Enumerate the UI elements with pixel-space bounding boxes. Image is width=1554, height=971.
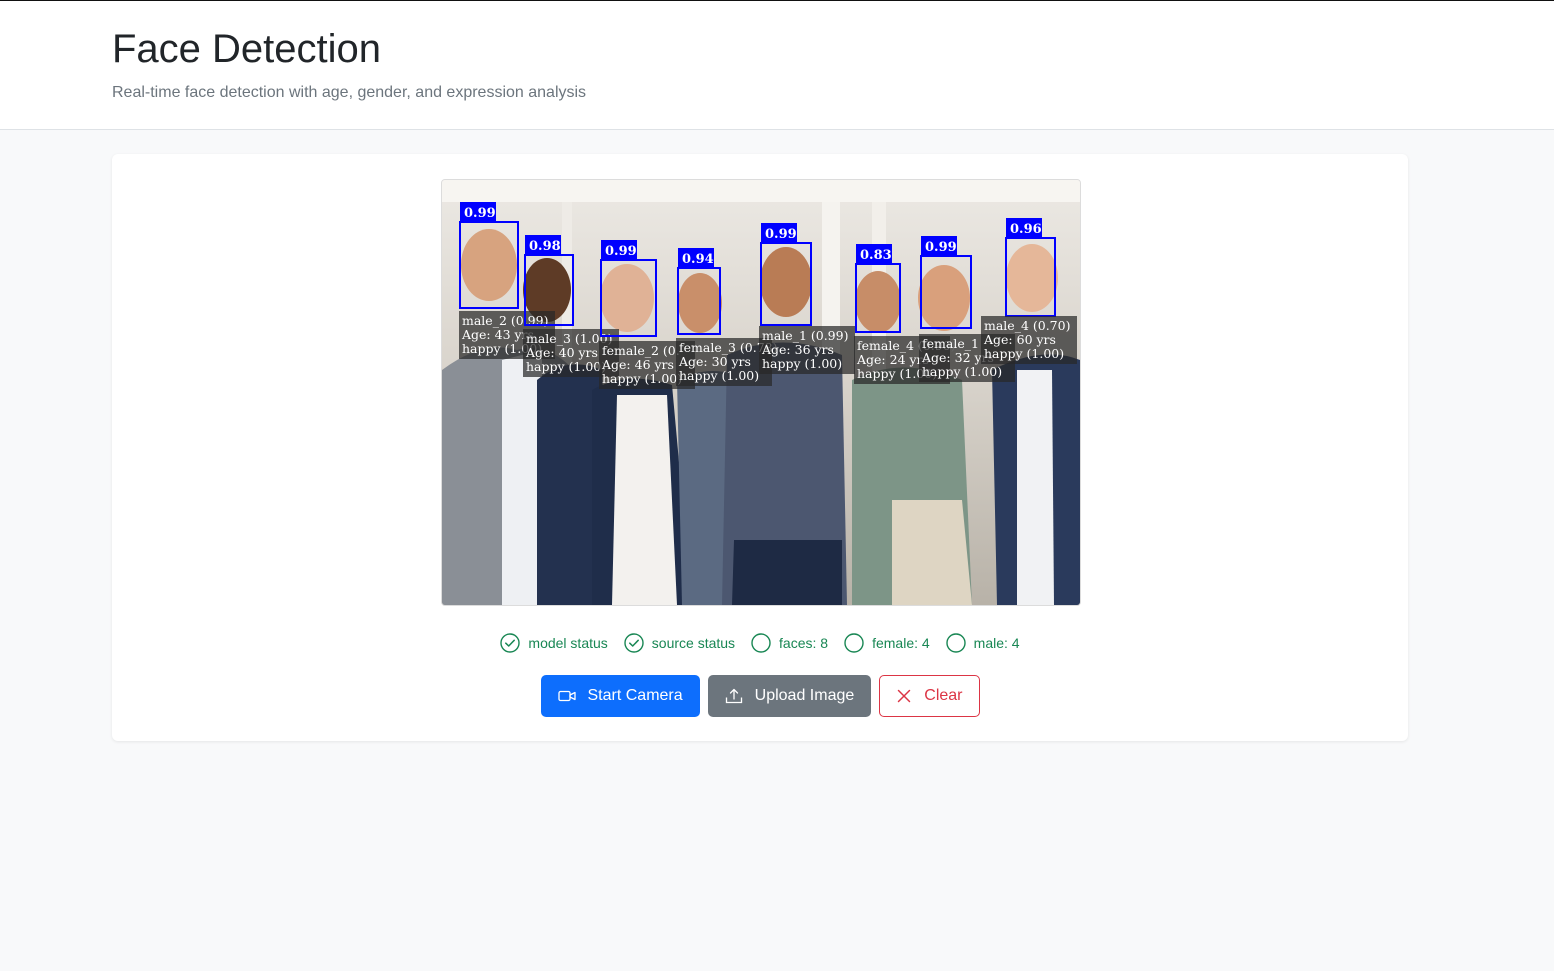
- close-icon: [898, 689, 911, 703]
- age-text: Age: 60 yrs: [983, 332, 1056, 347]
- status-row: model status source status faces: 8 fema…: [112, 633, 1408, 653]
- expression-text: happy (1.00): [762, 356, 842, 371]
- upload-icon: [725, 688, 742, 704]
- face-label-text: female_2 (0.: [602, 343, 680, 358]
- model-status: model status: [500, 633, 608, 653]
- score-text: 0.99: [925, 240, 957, 255]
- upload-image-label: Upload Image: [754, 687, 855, 704]
- expression-text: happy (1.00): [922, 364, 1002, 379]
- page-title: Face Detection: [112, 27, 382, 71]
- score-text: 0.98: [529, 239, 561, 254]
- score-text: 0.96: [1010, 222, 1042, 237]
- age-text: Age: 46 yrs: [601, 357, 674, 372]
- source-status: source status: [624, 633, 735, 653]
- start-camera-label: Start Camera: [587, 687, 683, 704]
- detection-canvas: 0.99male_2 (0.99)Age: 43 yrshappy (1.00)…: [442, 180, 1080, 605]
- female-count-label: female: 4: [872, 635, 930, 651]
- page-subtitle: Real-time face detection with age, gende…: [112, 84, 587, 101]
- action-buttons: Start Camera Upload Image Clear: [112, 675, 1408, 717]
- male-count-label: male: 4: [973, 635, 1020, 651]
- circle-icon: [844, 633, 864, 653]
- expression-text: happy (1.00): [984, 346, 1064, 361]
- check-circle-icon: [500, 633, 521, 653]
- circle-icon: [945, 633, 966, 653]
- source-status-label: source status: [651, 635, 736, 651]
- clear-button[interactable]: Clear: [879, 675, 980, 717]
- age-text: Age: 30 yrs: [678, 354, 751, 369]
- check-circle-icon: [624, 633, 644, 653]
- start-camera-button[interactable]: Start Camera: [540, 675, 700, 717]
- clear-label: Clear: [924, 687, 963, 704]
- faces-count: faces: 8: [751, 633, 828, 653]
- age-text: Age: 24 yrs: [856, 352, 929, 367]
- score-text: 0.99: [605, 244, 637, 259]
- face-label-text: male_1 (0.99): [762, 328, 848, 343]
- face-label-text: female_1: [922, 336, 979, 351]
- male-count: male: 4: [945, 633, 1020, 653]
- score-text: 0.99: [765, 227, 797, 242]
- age-text: Age: 36 yrs: [761, 342, 834, 357]
- camera-icon: [557, 690, 576, 702]
- expression-text: happy (1.00): [679, 368, 759, 383]
- detection-card: 0.99 male_2 (0.99) Age: 43 yrs happy (1.00)…: [112, 154, 1408, 741]
- faces-count-label: faces: 8: [779, 635, 829, 651]
- female-count: female: 4: [844, 633, 930, 653]
- age-text: Age: 40 yrs: [525, 345, 598, 360]
- circle-icon: [751, 633, 771, 653]
- expression-text: happy (1.00): [526, 359, 606, 374]
- image-viewer: 0.99 male_2 (0.99) Age: 43 yrs happy (1.00)…: [441, 179, 1081, 606]
- upload-image-button[interactable]: Upload Image: [707, 675, 872, 717]
- page-header: Face Detection Real-time face detection …: [0, 1, 1554, 130]
- score-text: 0.83: [860, 248, 892, 263]
- score-text: 0.99: [464, 206, 496, 221]
- face-label-text: male_4 (0.70): [984, 318, 1070, 333]
- expression-text: happy (1.00): [602, 371, 682, 386]
- model-status-label: model status: [528, 635, 608, 651]
- score-text: 0.94: [682, 252, 714, 267]
